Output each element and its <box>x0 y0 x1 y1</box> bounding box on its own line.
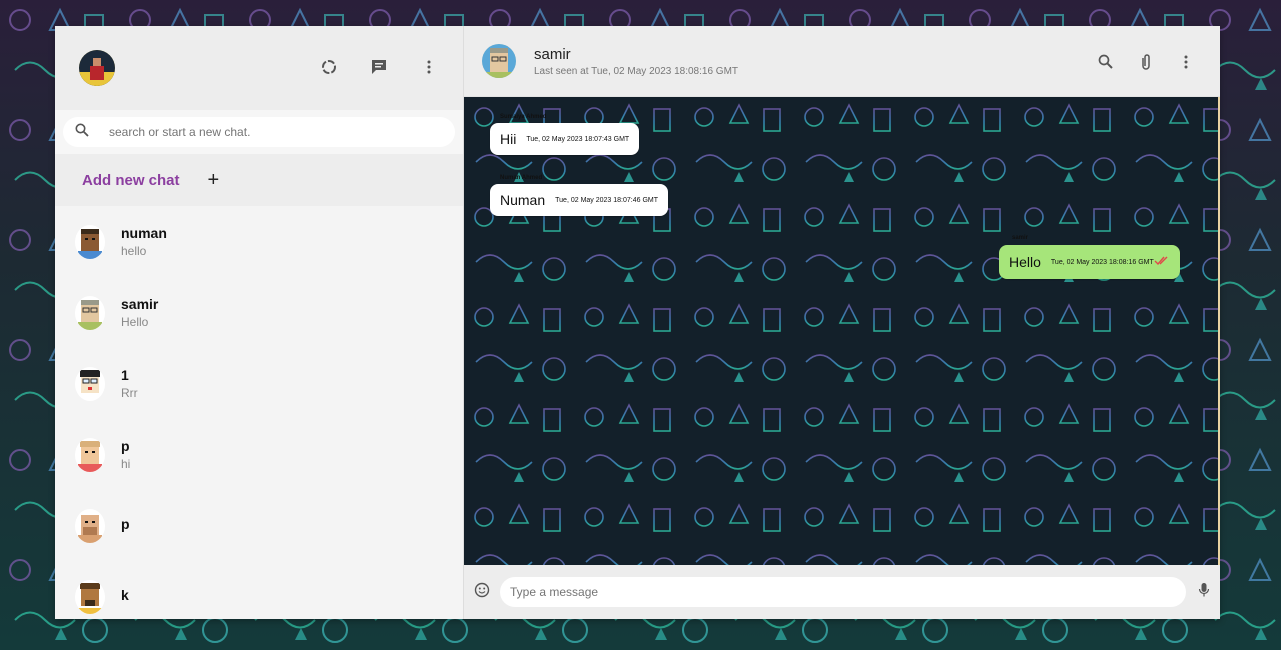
add-new-chat-label[interactable]: Add new chat <box>82 172 180 189</box>
chat-item-numan[interactable]: numan hello <box>55 206 463 277</box>
conversation-header: samir Last seen at Tue, 02 May 2023 18:0… <box>464 26 1220 97</box>
contact-name: p <box>121 438 130 454</box>
emoji-icon[interactable] <box>474 582 490 603</box>
message-timestamp: Tue, 02 May 2023 18:07:46 GMT <box>555 196 658 204</box>
contact-name: numan <box>121 225 167 241</box>
contact-name: samir <box>121 296 159 312</box>
contact-avatar <box>75 508 105 543</box>
contact-avatar <box>75 295 105 330</box>
chat-item-k[interactable]: k <box>55 561 463 619</box>
last-message: Rrr <box>121 386 138 400</box>
contact-name: 1 <box>121 367 129 383</box>
search-input[interactable] <box>107 124 443 140</box>
search-box <box>63 117 455 147</box>
search-icon <box>75 123 89 142</box>
message-sender: Numan Ahmed <box>500 175 543 181</box>
contact-avatar[interactable] <box>482 44 516 78</box>
contact-name: k <box>121 587 129 603</box>
message-composer <box>464 565 1220 619</box>
sidebar: Add new chat + numan hello samir Hell <box>55 26 464 619</box>
contact-avatar <box>75 366 105 401</box>
last-seen-text: Last seen at Tue, 02 May 2023 18:08:16 G… <box>534 65 739 77</box>
chat-app-window: Add new chat + numan hello samir Hell <box>55 26 1220 619</box>
message-sender: samir <box>1012 235 1029 241</box>
more-options-icon[interactable] <box>1176 52 1196 72</box>
search-icon[interactable] <box>1096 52 1116 72</box>
conversation-panel: samir Last seen at Tue, 02 May 2023 18:0… <box>464 26 1220 619</box>
attach-icon[interactable] <box>1136 52 1156 72</box>
message-text: Numan <box>500 192 546 208</box>
sidebar-header <box>55 26 463 110</box>
message-bubble: Numan Tue, 02 May 2023 18:07:46 GMT <box>490 184 668 216</box>
last-message: hello <box>121 244 147 258</box>
chat-item-1[interactable]: 1 Rrr <box>55 348 463 419</box>
last-message: Hello <box>121 315 149 329</box>
chat-item-p[interactable]: p hi <box>55 419 463 490</box>
message-sender: Sumaiya Ahmed <box>500 114 547 120</box>
messages-area: Sumaiya Ahmed Hii Tue, 02 May 2023 18:07… <box>464 97 1220 565</box>
status-icon[interactable] <box>319 57 339 77</box>
message-text: Hello <box>1009 254 1041 270</box>
contact-avatar <box>75 437 105 472</box>
read-receipt-icon <box>1154 253 1170 271</box>
contact-avatar <box>75 224 105 259</box>
message-text: Hii <box>500 131 517 147</box>
user-avatar[interactable] <box>79 50 115 86</box>
contact-name: p <box>121 516 130 532</box>
add-icon[interactable]: + <box>208 169 220 192</box>
contact-avatar <box>75 579 105 614</box>
message-input[interactable] <box>500 577 1186 607</box>
last-message: hi <box>121 457 131 471</box>
message-timestamp: Tue, 02 May 2023 18:07:43 GMT <box>526 135 630 143</box>
more-options-icon[interactable] <box>419 57 439 77</box>
message-timestamp: Tue, 02 May 2023 18:08:16 GMT <box>1050 258 1154 266</box>
chat-item-samir[interactable]: samir Hello <box>55 277 463 348</box>
chat-item-p-2[interactable]: p <box>55 490 463 561</box>
add-new-chat-row[interactable]: Add new chat + <box>55 154 463 206</box>
message-bubble-sent: Hello Tue, 02 May 2023 18:08:16 GMT <box>999 245 1180 279</box>
chat-list: numan hello samir Hello 1 Rrr p hi p k <box>55 206 463 619</box>
search-bar-container <box>55 110 463 154</box>
contact-name: samir <box>534 45 571 63</box>
microphone-icon[interactable] <box>1198 582 1210 603</box>
message-bubble: Hii Tue, 02 May 2023 18:07:43 GMT <box>490 123 640 155</box>
new-chat-icon[interactable] <box>369 57 389 77</box>
